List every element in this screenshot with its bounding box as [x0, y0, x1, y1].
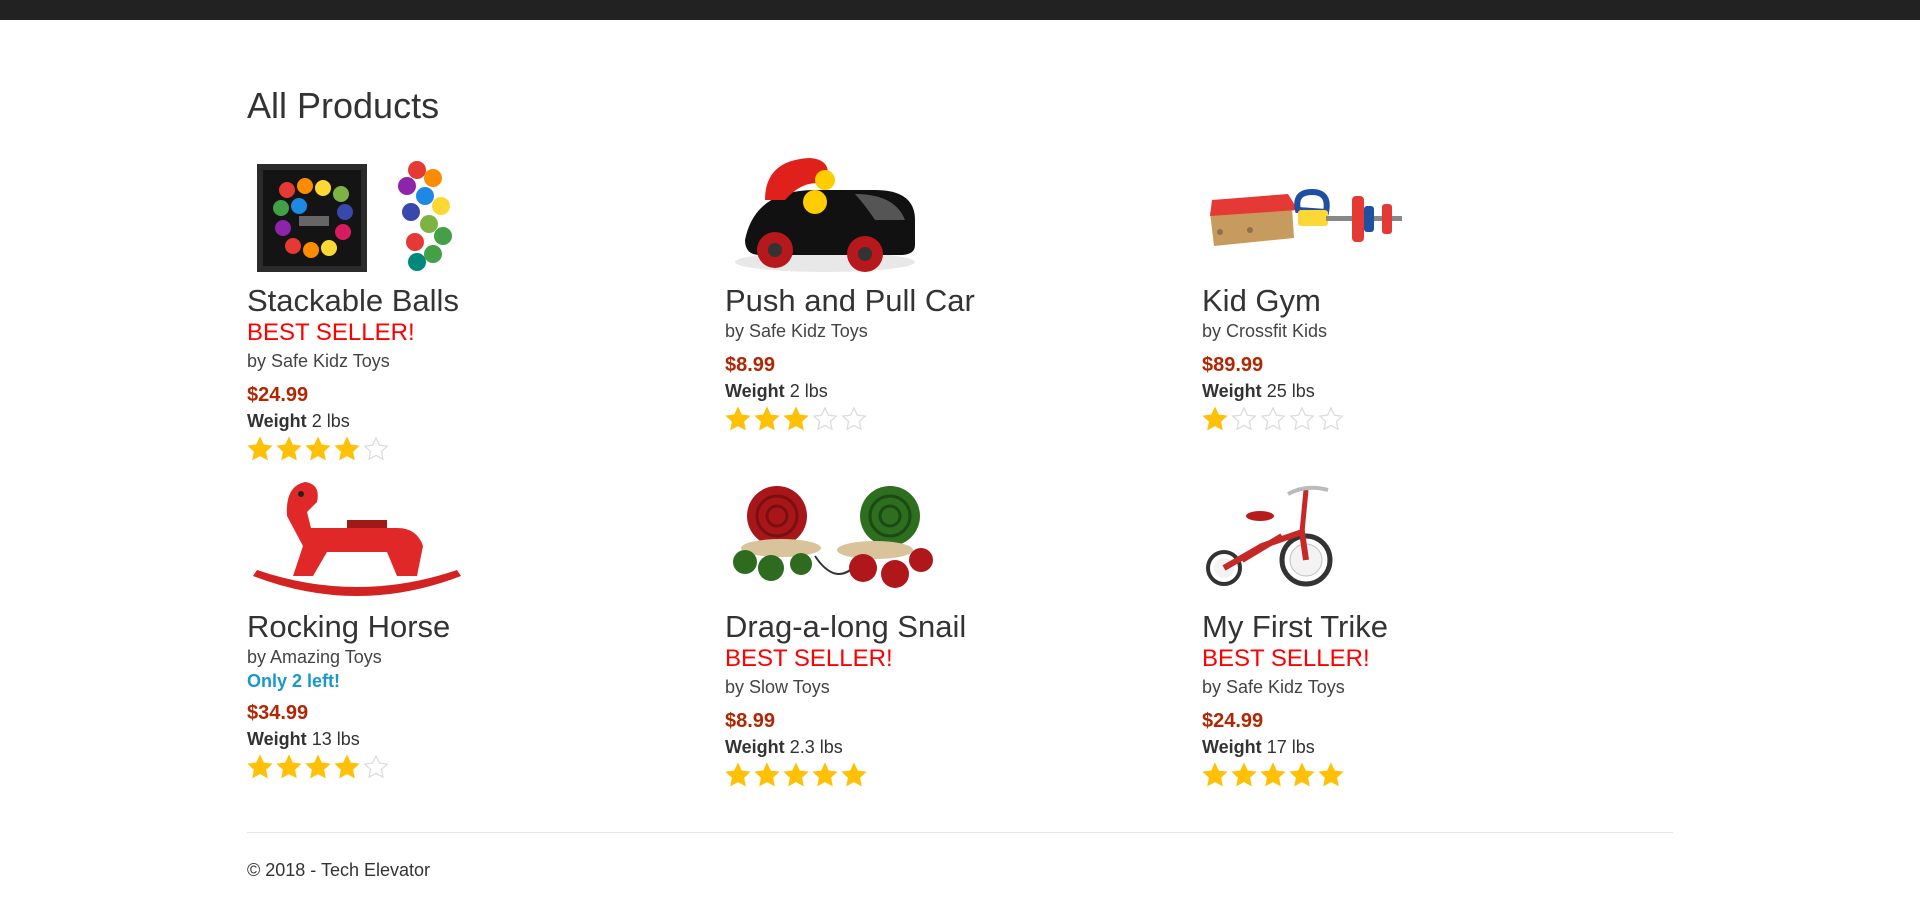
- star-filled-icon: [247, 754, 273, 779]
- star-empty-icon: [812, 406, 838, 431]
- star-filled-icon: [812, 762, 838, 787]
- star-filled-icon: [725, 406, 751, 431]
- best-seller-badge: BEST SELLER!: [1202, 645, 1370, 672]
- weight-label: Weight: [725, 381, 785, 401]
- stackable-balls-image[interactable]: [247, 150, 467, 280]
- product-price: $24.99: [247, 384, 309, 406]
- product-name[interactable]: My First Trike: [1202, 610, 1672, 644]
- weight-label: Weight: [247, 729, 307, 749]
- product-card[interactable]: Rocking Horse by Amazing Toys Only 2 lef…: [247, 476, 717, 780]
- product-weight: Weight 2 lbs: [247, 408, 717, 434]
- star-filled-icon: [1202, 406, 1228, 431]
- product-price: $8.99: [725, 354, 776, 376]
- product-card[interactable]: Drag-a-long Snail BEST SELLER! by Slow T…: [725, 476, 1195, 788]
- weight-label: Weight: [247, 411, 307, 431]
- star-filled-icon: [334, 436, 360, 461]
- star-rating: [247, 436, 717, 462]
- star-empty-icon: [1289, 406, 1315, 431]
- star-empty-icon: [841, 406, 867, 431]
- product-name[interactable]: Drag-a-long Snail: [725, 610, 1195, 644]
- star-filled-icon: [334, 754, 360, 779]
- product-name[interactable]: Push and Pull Car: [725, 284, 1195, 318]
- weight-label: Weight: [1202, 381, 1262, 401]
- star-rating: [1202, 762, 1672, 788]
- star-rating: [725, 406, 1195, 432]
- footer-divider: [247, 832, 1673, 833]
- product-card[interactable]: Kid Gym by Crossfit Kids $89.99 Weight 2…: [1202, 150, 1672, 432]
- star-filled-icon: [1231, 762, 1257, 787]
- weight-label: Weight: [725, 737, 785, 757]
- product-weight: Weight 2 lbs: [725, 378, 1195, 404]
- star-filled-icon: [725, 762, 751, 787]
- star-filled-icon: [754, 406, 780, 431]
- page-title: All Products: [247, 85, 440, 126]
- top-navbar: [0, 0, 1920, 20]
- stock-warning: Only 2 left!: [247, 671, 341, 691]
- snail-toy-image[interactable]: [725, 476, 945, 606]
- star-filled-icon: [247, 436, 273, 461]
- product-price: $8.99: [725, 710, 776, 732]
- star-filled-icon: [783, 762, 809, 787]
- weight-value: 25 lbs: [1266, 381, 1315, 401]
- best-seller-badge: BEST SELLER!: [725, 645, 893, 672]
- rocking-horse-image[interactable]: [247, 476, 467, 606]
- star-rating: [247, 754, 717, 780]
- weight-value: 2 lbs: [311, 411, 350, 431]
- product-weight: Weight 2.3 lbs: [725, 734, 1195, 760]
- best-seller-badge: BEST SELLER!: [247, 319, 415, 346]
- weight-label: Weight: [1202, 737, 1262, 757]
- product-maker: by Safe Kidz Toys: [725, 321, 868, 341]
- product-weight: Weight 17 lbs: [1202, 734, 1672, 760]
- star-filled-icon: [276, 436, 302, 461]
- star-filled-icon: [276, 754, 302, 779]
- product-card[interactable]: My First Trike BEST SELLER! by Safe Kidz…: [1202, 476, 1672, 788]
- weight-value: 17 lbs: [1266, 737, 1315, 757]
- toy-car-image[interactable]: [725, 150, 945, 280]
- star-rating: [725, 762, 1195, 788]
- product-price: $34.99: [247, 702, 309, 724]
- product-price: $89.99: [1202, 354, 1264, 376]
- product-maker: by Amazing Toys: [247, 647, 382, 667]
- product-name[interactable]: Kid Gym: [1202, 284, 1672, 318]
- star-filled-icon: [305, 754, 331, 779]
- star-filled-icon: [1318, 762, 1344, 787]
- star-filled-icon: [754, 762, 780, 787]
- tricycle-image[interactable]: [1202, 476, 1422, 606]
- product-card[interactable]: Push and Pull Car by Safe Kidz Toys $8.9…: [725, 150, 1195, 432]
- product-maker: by Crossfit Kids: [1202, 321, 1328, 341]
- star-empty-icon: [363, 754, 389, 779]
- product-maker: by Slow Toys: [725, 677, 830, 697]
- weight-value: 2.3 lbs: [789, 737, 843, 757]
- weight-value: 2 lbs: [789, 381, 828, 401]
- product-maker: by Safe Kidz Toys: [1202, 677, 1345, 697]
- kid-gym-image[interactable]: [1202, 150, 1422, 280]
- weight-value: 13 lbs: [311, 729, 360, 749]
- product-name[interactable]: Stackable Balls: [247, 284, 717, 318]
- star-filled-icon: [783, 406, 809, 431]
- product-maker: by Safe Kidz Toys: [247, 351, 390, 371]
- product-weight: Weight 25 lbs: [1202, 378, 1672, 404]
- star-empty-icon: [1260, 406, 1286, 431]
- star-empty-icon: [363, 436, 389, 461]
- star-filled-icon: [305, 436, 331, 461]
- star-filled-icon: [1202, 762, 1228, 787]
- product-card[interactable]: Stackable Balls BEST SELLER! by Safe Kid…: [247, 150, 717, 462]
- star-filled-icon: [1289, 762, 1315, 787]
- star-filled-icon: [841, 762, 867, 787]
- product-weight: Weight 13 lbs: [247, 726, 717, 752]
- star-empty-icon: [1231, 406, 1257, 431]
- product-price: $24.99: [1202, 710, 1264, 732]
- product-name[interactable]: Rocking Horse: [247, 610, 717, 644]
- footer-copyright: © 2018 - Tech Elevator: [247, 860, 431, 880]
- star-filled-icon: [1260, 762, 1286, 787]
- star-empty-icon: [1318, 406, 1344, 431]
- star-rating: [1202, 406, 1672, 432]
